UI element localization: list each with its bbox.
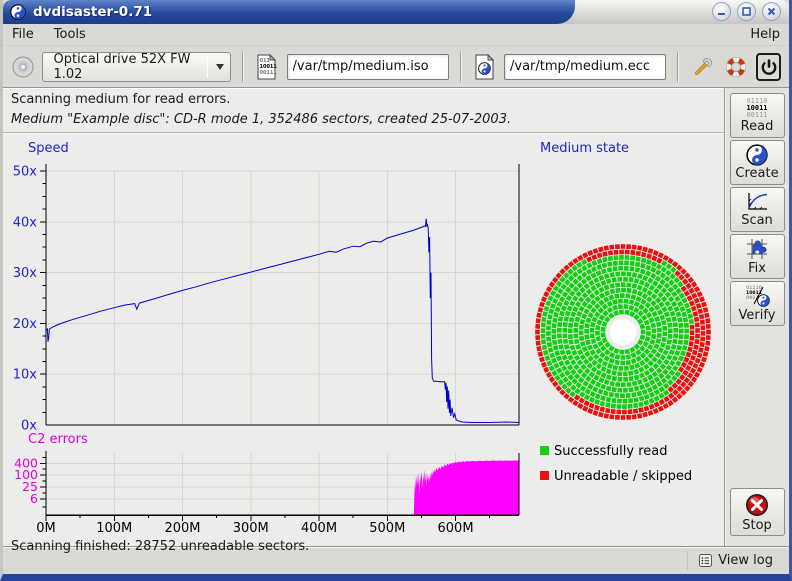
x-axis-tick-label: 200M: [164, 521, 200, 534]
drive-selector-dropdown[interactable]: Optical drive 52X FW 1.02: [42, 52, 231, 82]
c2-error-area: [414, 461, 519, 516]
verify-button[interactable]: 01110 10011 00111 Verify: [730, 281, 785, 326]
speed-chart-title: Speed: [28, 141, 69, 156]
view-log-label: View log: [718, 553, 773, 568]
svg-text:00111: 00111: [260, 70, 278, 76]
toolbar-separator: [677, 52, 679, 82]
chart-scan-icon: [745, 191, 769, 213]
legend-read-swatch: [540, 446, 549, 455]
verify-button-label: Verify: [739, 308, 776, 323]
preferences-wrench-icon[interactable]: [690, 52, 716, 82]
action-sidebar: 01110 10011 00111 Read Create: [724, 88, 789, 546]
window-title: dvdisaster-0.71: [33, 4, 152, 20]
status-line-2: Medium "Example disc": CD-R mode 1, 3524…: [3, 109, 724, 129]
window-yinyang-icon: [10, 4, 26, 20]
chevron-down-icon: [216, 64, 224, 74]
maximize-button[interactable]: [737, 2, 756, 21]
charts-canvas: 0x10x20x30x40x50x4001002560M100M200M300M…: [3, 134, 724, 534]
title-bar-blue-section: dvdisaster-0.71: [3, 0, 575, 24]
title-bar[interactable]: dvdisaster-0.71: [3, 0, 789, 24]
speed-y-tick-label: 50x: [13, 165, 38, 180]
x-axis-tick-label: 300M: [233, 521, 269, 534]
speed-y-tick-label: 40x: [13, 215, 38, 230]
cd-drive-icon: [11, 52, 35, 82]
stop-icon: [744, 492, 770, 518]
ecc-file-input[interactable]: [504, 54, 666, 80]
read-button-label: Read: [741, 119, 774, 134]
c2-y-tick-label: 6: [30, 491, 38, 506]
binary-read-icon: 01110 10011 00111: [746, 98, 767, 119]
menu-tools[interactable]: Tools: [54, 27, 86, 42]
legend-unreadable-label: Unreadable / skipped: [554, 469, 692, 484]
speed-y-tick-label: 30x: [13, 266, 38, 281]
toolbar-separator: [460, 52, 462, 82]
fix-button-label: Fix: [748, 261, 766, 276]
x-axis-tick-label: 0M: [36, 521, 56, 534]
compare-verify-icon: 01110 10011 00111: [744, 284, 770, 308]
x-axis-tick-label: 100M: [96, 521, 132, 534]
minimize-button[interactable]: [712, 2, 731, 21]
close-button[interactable]: [762, 2, 781, 21]
help-lifebuoy-icon[interactable]: [723, 52, 749, 82]
x-axis-tick-label: 400M: [301, 521, 337, 534]
view-log-button[interactable]: View log: [687, 551, 777, 570]
read-button[interactable]: 01110 10011 00111 Read: [730, 93, 785, 138]
create-button-label: Create: [735, 166, 778, 181]
drive-selector-value: Optical drive 52X FW 1.02: [53, 52, 199, 82]
toolbar: Optical drive 52X FW 1.02 011 10011 0011…: [3, 46, 789, 88]
yinyang-create-icon: [746, 144, 768, 166]
medium-state-legend: Successfully read Unreadable / skipped: [540, 444, 692, 484]
finished-status-line: Scanning finished: 28752 unreadable sect…: [3, 538, 724, 554]
puzzle-fix-icon: [745, 237, 769, 261]
scan-button-label: Scan: [741, 213, 773, 228]
x-axis-tick-label: 600M: [438, 521, 474, 534]
main-content-panel: Scanning medium for read errors. Medium …: [3, 88, 724, 546]
iso-file-input[interactable]: [287, 54, 449, 80]
speed-y-tick-label: 20x: [13, 317, 38, 332]
medium-state-title: Medium state: [540, 141, 629, 156]
quit-power-button[interactable]: [756, 53, 781, 81]
speed-y-tick-label: 10x: [13, 368, 38, 383]
legend-read-label: Successfully read: [554, 444, 667, 459]
x-axis-tick-label: 500M: [369, 521, 405, 534]
iso-file-icon: 011 10011 00111: [255, 52, 279, 82]
speed-curve: [46, 219, 519, 423]
scan-button[interactable]: Scan: [730, 187, 785, 232]
menu-help[interactable]: Help: [750, 27, 780, 42]
medium-state-disc: [535, 244, 711, 420]
toolbar-separator: [242, 52, 244, 82]
menu-file[interactable]: File: [12, 27, 34, 42]
c2-chart-title: C2 errors: [28, 432, 88, 447]
ecc-file-icon: [473, 52, 497, 82]
menu-bar: File Tools Help: [3, 24, 789, 46]
app-window: dvdisaster-0.71 File Tools Help: [0, 0, 792, 581]
combo-divider: [207, 56, 208, 78]
status-line-1: Scanning medium for read errors.: [3, 89, 724, 109]
stop-button[interactable]: Stop: [730, 488, 785, 536]
stop-button-label: Stop: [742, 518, 772, 533]
legend-unreadable-swatch: [540, 471, 549, 480]
fix-button[interactable]: Fix: [730, 234, 785, 279]
log-list-icon: [698, 553, 713, 568]
create-button[interactable]: Create: [730, 140, 785, 185]
